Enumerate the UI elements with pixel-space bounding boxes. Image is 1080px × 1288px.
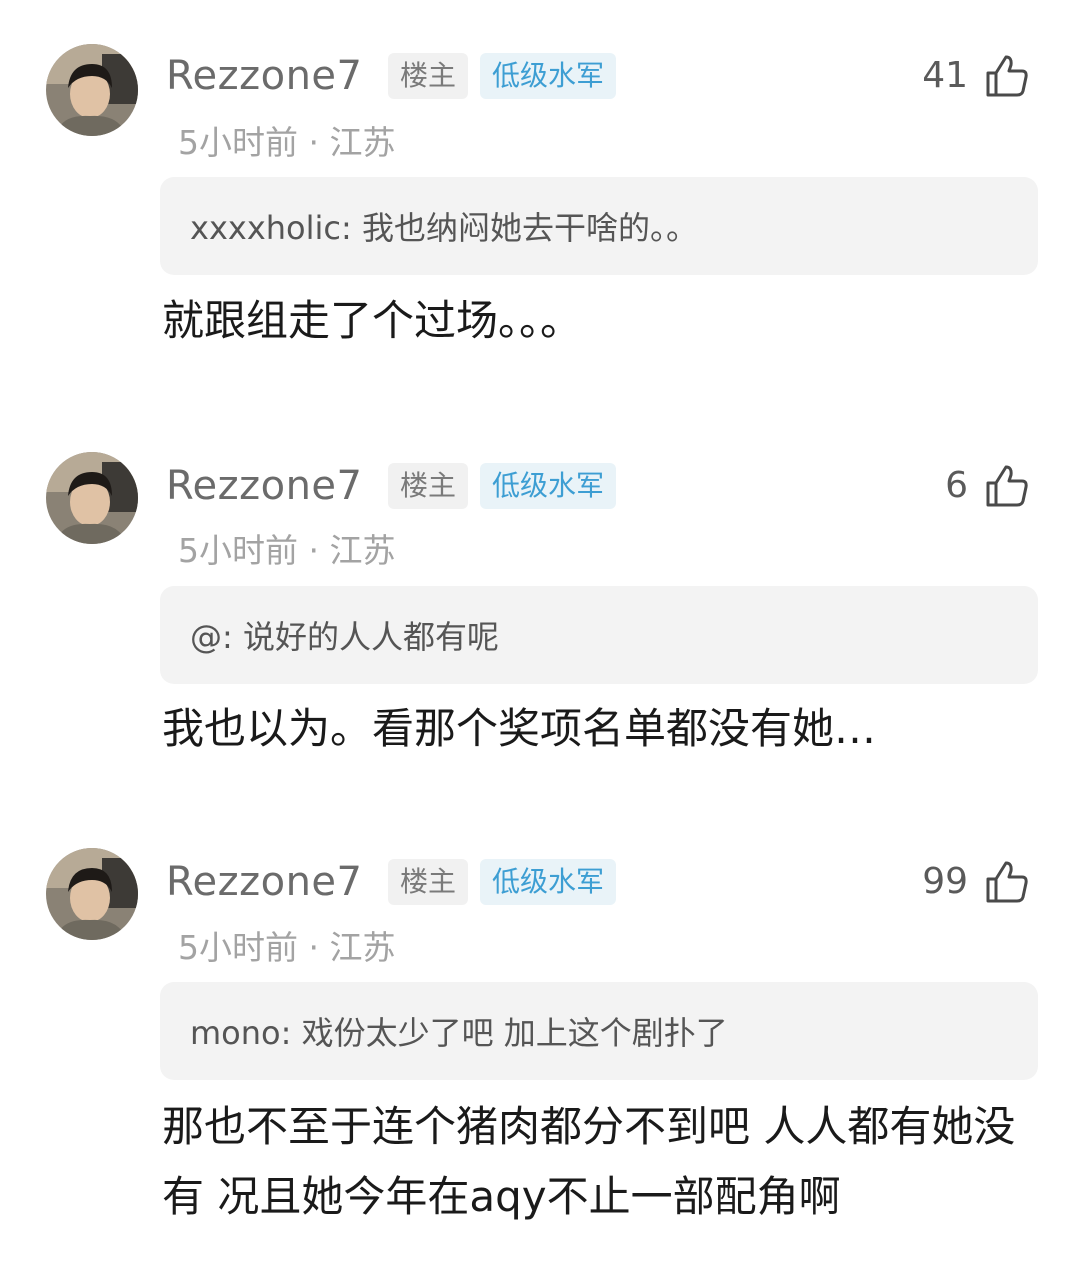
like-button[interactable]: 41 — [922, 48, 1032, 104]
like-count: 99 — [922, 861, 968, 902]
level-badge: 低级水军 — [480, 53, 617, 99]
like-count: 41 — [922, 55, 968, 96]
thumbs-up-icon — [982, 461, 1032, 511]
like-count: 6 — [945, 465, 968, 506]
quoted-reply-text: xxxxholic: 我也纳闷她去干啥的。。 — [190, 209, 698, 247]
comment-meta: 5小时前 · 江苏 — [178, 123, 396, 162]
quoted-reply[interactable]: mono: 戏份太少了吧 加上这个剧扑了 — [160, 982, 1038, 1080]
avatar[interactable] — [46, 848, 138, 940]
owner-badge: 楼主 — [388, 53, 469, 99]
username[interactable]: Rezzone7 — [166, 48, 362, 104]
comment-body: 我也以为。看那个奖项名单都没有她… — [162, 704, 877, 753]
owner-badge: 楼主 — [388, 859, 469, 905]
comment-body: 那也不至于连个猪肉都分不到吧 人人都有她没有 况且她今年在aqy不止一部配角啊 — [162, 1102, 1016, 1221]
username[interactable]: Rezzone7 — [166, 854, 362, 910]
owner-badge: 楼主 — [388, 463, 469, 509]
level-badge: 低级水军 — [480, 463, 617, 509]
comment-body: 就跟组走了个过场。。。 — [162, 296, 583, 345]
level-badge: 低级水军 — [480, 859, 617, 905]
username[interactable]: Rezzone7 — [166, 458, 362, 514]
like-button[interactable]: 99 — [922, 854, 1032, 910]
thumbs-up-icon — [982, 857, 1032, 907]
quoted-reply-text: mono: 戏份太少了吧 加上这个剧扑了 — [190, 1014, 728, 1052]
avatar[interactable] — [46, 452, 138, 544]
comment-meta: 5小时前 · 江苏 — [178, 531, 396, 570]
avatar[interactable] — [46, 44, 138, 136]
like-button[interactable]: 6 — [945, 458, 1032, 514]
quoted-reply[interactable]: xxxxholic: 我也纳闷她去干啥的。。 — [160, 177, 1038, 275]
thumbs-up-icon — [982, 51, 1032, 101]
quoted-reply-text: @: 说好的人人都有呢 — [190, 618, 499, 656]
comment-meta: 5小时前 · 江苏 — [178, 928, 396, 967]
quoted-reply[interactable]: @: 说好的人人都有呢 — [160, 586, 1038, 684]
